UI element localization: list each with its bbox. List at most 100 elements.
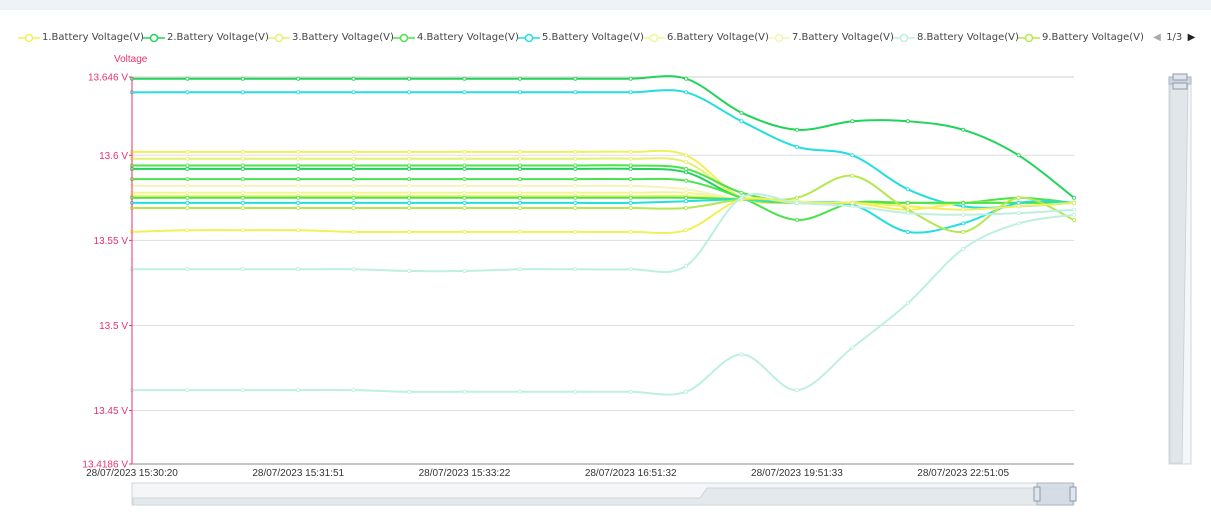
data-point [739, 352, 744, 357]
data-point [185, 177, 190, 182]
data-point [739, 110, 744, 115]
data-point [351, 195, 356, 200]
series-line [131, 192, 1075, 274]
data-point [517, 156, 522, 161]
data-point [517, 205, 522, 210]
x-slider-left-handle[interactable] [1033, 486, 1041, 502]
data-point [517, 149, 522, 154]
data-point [1016, 221, 1021, 226]
y-slider-bottom-handle[interactable] [1172, 82, 1188, 90]
data-point [850, 204, 855, 209]
data-point [739, 195, 744, 200]
data-point [185, 388, 190, 393]
data-point [684, 195, 689, 200]
data-point [628, 163, 633, 168]
data-point [240, 149, 245, 154]
data-point [296, 195, 301, 200]
y-tick-label: 13.45 V [94, 406, 129, 417]
data-point [905, 229, 910, 234]
data-point [905, 301, 910, 306]
data-point [573, 90, 578, 95]
data-point [684, 90, 689, 95]
data-point [185, 228, 190, 233]
data-point [573, 166, 578, 171]
data-point [462, 76, 467, 81]
data-point [684, 170, 689, 175]
data-point [573, 229, 578, 234]
data-point [517, 267, 522, 272]
data-point [517, 166, 522, 171]
data-point [573, 183, 578, 188]
data-point [628, 267, 633, 272]
data-point [1016, 204, 1021, 209]
data-point [573, 205, 578, 210]
data-point [462, 183, 467, 188]
data-point [739, 190, 744, 195]
data-point [517, 90, 522, 95]
data-point [573, 149, 578, 154]
data-point [407, 149, 412, 154]
data-point [407, 177, 412, 182]
data-point [240, 163, 245, 168]
data-point [628, 183, 633, 188]
series-line [131, 89, 1075, 209]
y-axis-label: Voltage [114, 54, 148, 65]
data-point [185, 76, 190, 81]
data-point [573, 190, 578, 195]
data-point [185, 163, 190, 168]
series-1 [129, 75, 1077, 200]
data-point [185, 156, 190, 161]
data-point [462, 177, 467, 182]
data-point [684, 187, 689, 192]
data-point [296, 183, 301, 188]
y-tick-label: 13.646 V [88, 73, 128, 84]
data-point [296, 190, 301, 195]
data-point [573, 163, 578, 168]
data-point [961, 200, 966, 205]
data-point [462, 156, 467, 161]
data-point [351, 267, 356, 272]
data-point [628, 190, 633, 195]
data-point [462, 229, 467, 234]
data-point [794, 195, 799, 200]
data-point [684, 205, 689, 210]
data-point [407, 195, 412, 200]
data-point [407, 166, 412, 171]
data-point [296, 90, 301, 95]
series-2 [129, 89, 1077, 209]
x-tick-label: 28/07/2023 16:51:32 [585, 468, 677, 479]
data-point [185, 205, 190, 210]
data-point [240, 205, 245, 210]
gridlines [132, 76, 1074, 412]
data-point [684, 389, 689, 394]
data-point [407, 268, 412, 273]
data-point [296, 200, 301, 205]
data-point [517, 195, 522, 200]
data-point [240, 183, 245, 188]
x-tick-label: 28/07/2023 19:51:33 [751, 468, 843, 479]
data-point [407, 190, 412, 195]
data-point [351, 190, 356, 195]
data-point [407, 200, 412, 205]
x-slider-window[interactable] [1036, 482, 1074, 506]
data-point [1072, 217, 1077, 222]
data-point [850, 119, 855, 124]
data-point [628, 156, 633, 161]
y-tick-label: 13.5 V [99, 321, 128, 332]
data-point [296, 267, 301, 272]
data-point [185, 166, 190, 171]
y-zoom-slider[interactable] [1168, 73, 1192, 465]
y-slider-top-handle[interactable] [1172, 73, 1188, 81]
data-point [462, 195, 467, 200]
data-point [684, 263, 689, 268]
x-zoom-slider[interactable] [131, 482, 1077, 506]
data-point [961, 127, 966, 132]
data-point [296, 228, 301, 233]
x-slider-right-handle[interactable] [1069, 486, 1077, 502]
data-point [628, 200, 633, 205]
data-point [850, 200, 855, 205]
data-point [296, 205, 301, 210]
data-point [240, 195, 245, 200]
data-point [407, 389, 412, 394]
data-point [961, 207, 966, 212]
